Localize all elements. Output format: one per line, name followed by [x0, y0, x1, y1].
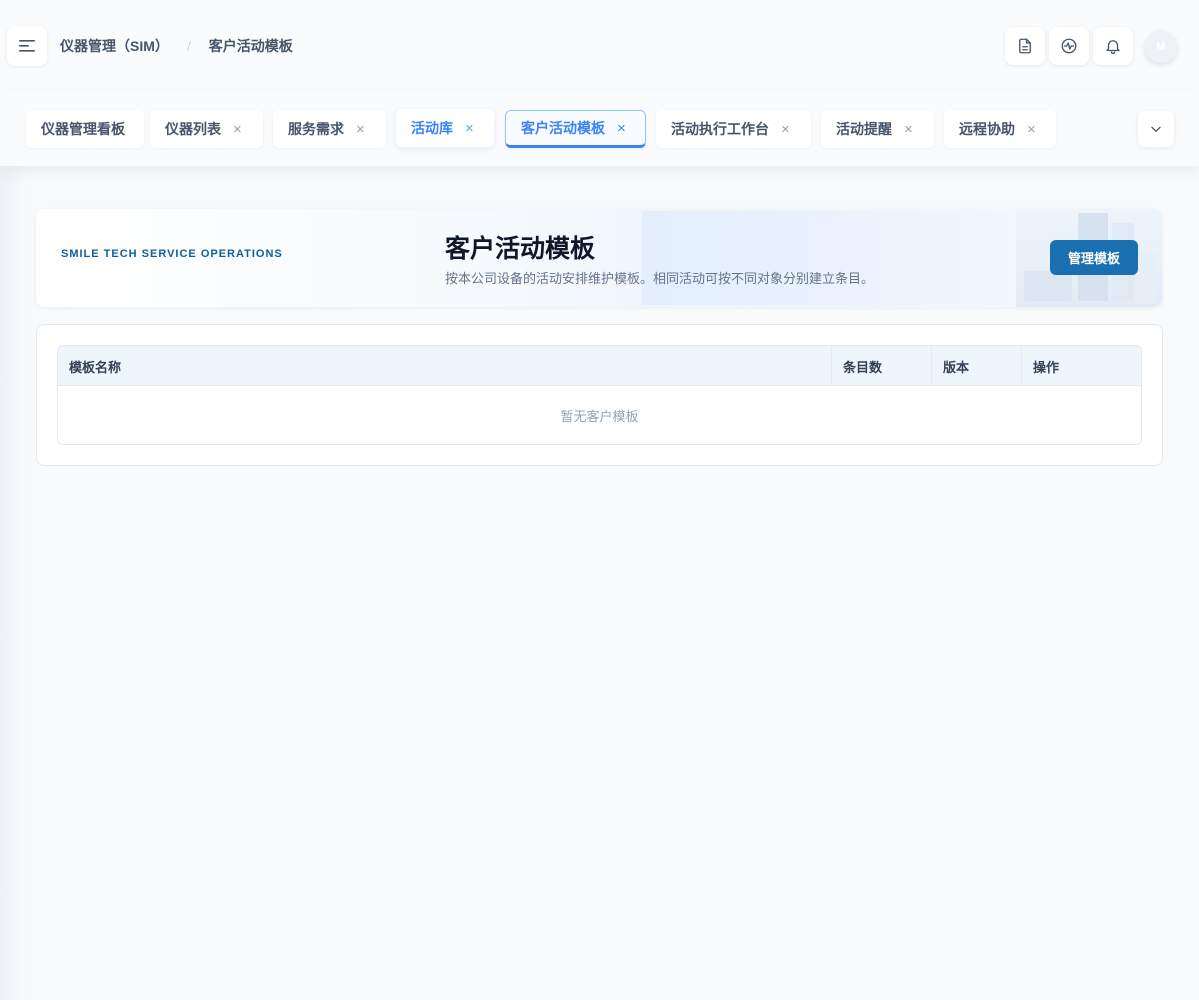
banner-decoration — [642, 211, 1022, 305]
tab-instrument-list[interactable]: 仪器列表 × — [150, 110, 263, 148]
tab-activity-reminders[interactable]: 活动提醒 × — [821, 110, 934, 148]
tabs-bar: 仪器管理看板 仪器列表 × 服务需求 × 活动库 × 客户活动模板 × 活动执行… — [0, 92, 1199, 166]
tab-activity-library[interactable]: 活动库 × — [396, 109, 494, 147]
tab-label: 客户活动模板 — [521, 120, 605, 136]
templates-card: 模板名称 条目数 版本 操作 暂无客户模板 — [36, 324, 1163, 466]
tab-label: 活动提醒 — [836, 121, 892, 137]
manage-templates-button[interactable]: 管理模板 — [1050, 240, 1138, 275]
chevron-down-icon — [1151, 126, 1161, 132]
page-description: 按本公司设备的活动安排维护模板。相同活动可按不同对象分别建立条目。 — [445, 271, 875, 286]
activity-icon — [1061, 38, 1077, 54]
page-title: 客户活动模板 — [445, 235, 596, 263]
close-icon[interactable]: × — [233, 121, 242, 138]
templates-table: 模板名称 条目数 版本 操作 暂无客户模板 — [57, 345, 1142, 445]
breadcrumb-item-current: 客户活动模板 — [208, 38, 293, 54]
tab-label: 仪器列表 — [165, 121, 221, 137]
tab-label: 远程协助 — [959, 121, 1015, 137]
empty-state: 暂无客户模板 — [560, 408, 639, 424]
tab-label: 服务需求 — [288, 121, 344, 137]
activity-button[interactable] — [1049, 27, 1089, 65]
breadcrumb: 仪器管理（SIM） / 客户活动模板 — [60, 36, 293, 56]
column-actions: 操作 — [1033, 359, 1060, 375]
tabs-more-button[interactable] — [1138, 111, 1174, 147]
tab-activity-workbench[interactable]: 活动执行工作台 × — [656, 110, 811, 148]
breadcrumb-item-module[interactable]: 仪器管理（SIM） — [60, 36, 169, 56]
document-button[interactable] — [1005, 27, 1045, 65]
user-avatar[interactable]: M — [1145, 31, 1177, 63]
tab-dashboard[interactable]: 仪器管理看板 — [26, 110, 144, 148]
close-icon[interactable]: × — [904, 121, 913, 138]
header-actions — [1005, 27, 1133, 65]
tab-label: 仪器管理看板 — [41, 121, 125, 137]
brand-label: SMILE TECH SERVICE OPERATIONS — [61, 248, 283, 260]
left-shade — [0, 166, 28, 1000]
bell-icon — [1106, 40, 1120, 55]
menu-icon — [19, 40, 35, 52]
document-icon — [1019, 38, 1031, 54]
tab-customer-activity-template[interactable]: 客户活动模板 × — [505, 110, 646, 148]
close-icon[interactable]: × — [465, 120, 474, 137]
tab-label: 活动执行工作台 — [671, 121, 769, 137]
top-bar: 仪器管理（SIM） / 客户活动模板 M — [0, 0, 1199, 92]
close-icon[interactable]: × — [1027, 121, 1036, 138]
close-icon[interactable]: × — [781, 121, 790, 138]
column-version: 版本 — [932, 346, 1022, 386]
tab-label: 活动库 — [411, 120, 453, 136]
notification-button[interactable] — [1093, 27, 1133, 65]
tab-service-requests[interactable]: 服务需求 × — [273, 110, 386, 148]
close-icon[interactable]: × — [617, 120, 626, 137]
menu-toggle-button[interactable] — [7, 26, 47, 66]
breadcrumb-separator: / — [186, 38, 191, 54]
close-icon[interactable]: × — [356, 121, 365, 138]
column-item-count: 条目数 — [832, 346, 932, 386]
tab-remote-assistance[interactable]: 远程协助 × — [944, 110, 1056, 148]
page-banner: SMILE TECH SERVICE OPERATIONS 客户活动模板 按本公… — [36, 209, 1162, 307]
table-header: 模板名称 条目数 版本 操作 — [58, 346, 1141, 386]
column-template-name: 模板名称 — [58, 346, 832, 386]
